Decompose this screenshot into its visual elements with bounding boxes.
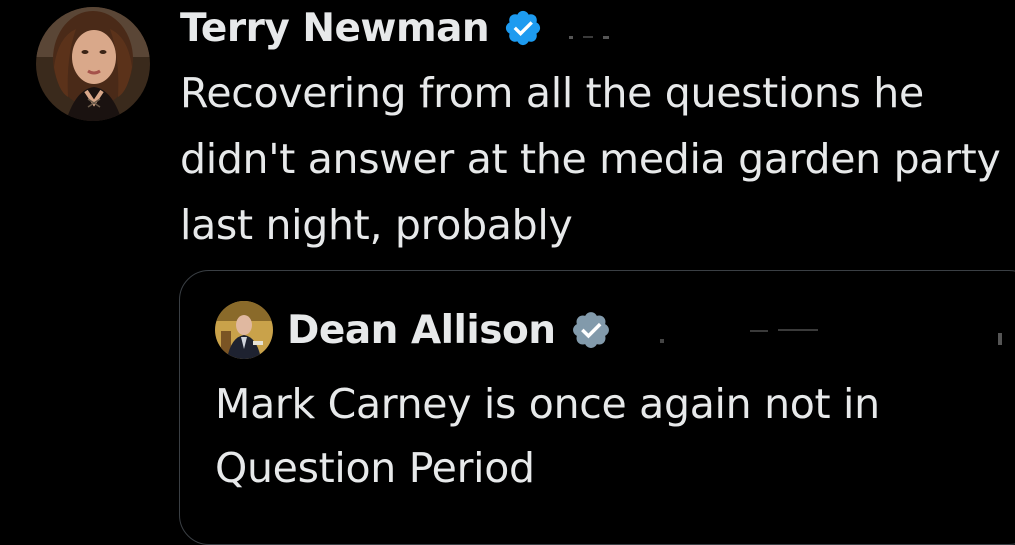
government-badge-icon — [572, 312, 609, 348]
author-avatar-photo — [36, 7, 150, 121]
quoted-author-name[interactable]: Dean Allison — [287, 308, 556, 353]
tweet-text: Recovering from all the questions he did… — [180, 69, 1001, 249]
tweet[interactable]: Terry Newman Recovering from all the que… — [0, 0, 1015, 545]
quoted-author-avatar[interactable] — [215, 301, 273, 359]
author-name[interactable]: Terry Newman — [180, 6, 490, 51]
author-avatar[interactable] — [36, 7, 150, 121]
quoted-author-avatar-photo — [215, 301, 273, 359]
quoted-author-row: Dean Allison — [287, 303, 612, 357]
redacted-handle — [569, 35, 610, 39]
verified-badge-icon — [506, 10, 541, 46]
quoted-tweet-text: Mark Carney is once again not in Questio… — [215, 380, 880, 492]
quoted-redacted-handle — [660, 329, 1002, 345]
author-row: Terry Newman — [180, 2, 610, 54]
